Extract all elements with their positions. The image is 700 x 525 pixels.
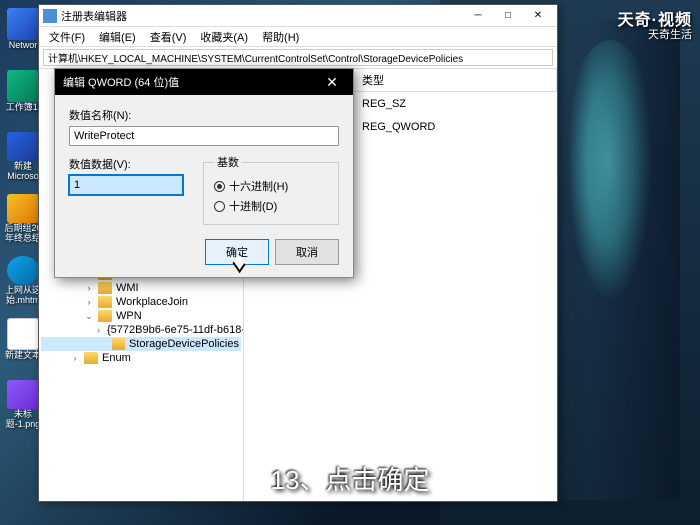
tree-node[interactable]: › Enum <box>41 351 241 365</box>
tree-node[interactable]: ⌄ WPN <box>41 309 241 323</box>
watermark-sub: 天奇生活 <box>648 26 692 42</box>
tree-node[interactable]: StorageDevicePolicies <box>41 337 241 351</box>
icon-label: 工作簿1. <box>6 103 41 113</box>
radio-hex[interactable]: 十六进制(H) <box>214 176 328 196</box>
tree-node[interactable]: › WMI <box>41 281 241 295</box>
value-type: REG_QWORD <box>354 118 557 136</box>
close-button[interactable]: ✕ <box>523 6 553 26</box>
tree-label: Enum <box>101 352 131 364</box>
tree-expander-icon[interactable]: › <box>83 283 95 293</box>
folder-icon <box>98 282 112 294</box>
maximize-button[interactable]: □ <box>493 6 523 26</box>
regedit-icon <box>43 9 57 23</box>
radio-hex-label: 十六进制(H) <box>229 178 288 194</box>
base-legend: 基数 <box>214 154 242 170</box>
folder-icon <box>98 296 112 308</box>
tree-expander-icon[interactable]: › <box>97 325 100 335</box>
dialog-title: 编辑 QWORD (64 位)值 <box>63 74 319 90</box>
title-bar[interactable]: 注册表编辑器 ─ □ ✕ <box>39 5 557 27</box>
value-name-label: 数值名称(N): <box>69 107 339 123</box>
dialog-close-button[interactable]: ✕ <box>319 69 345 95</box>
col-type[interactable]: 类型 <box>354 69 557 91</box>
radio-dec-dot <box>214 201 225 212</box>
cancel-button[interactable]: 取消 <box>275 239 339 265</box>
app-icon <box>7 8 39 40</box>
tree-label: {5772B9b6-6e75-11df-b618-18a905160fe8} <box>106 324 244 336</box>
tree-expander-icon[interactable]: ⌄ <box>83 311 95 322</box>
icon-label: Networ <box>9 41 38 51</box>
menu-item[interactable]: 收藏夹(A) <box>194 27 254 47</box>
folder-icon <box>98 310 112 322</box>
edit-qword-dialog: 编辑 QWORD (64 位)值 ✕ 数值名称(N): 数值数据(V): 基数 … <box>54 68 354 278</box>
dialog-title-bar[interactable]: 编辑 QWORD (64 位)值 ✕ <box>55 69 353 95</box>
radio-dec[interactable]: 十进制(D) <box>214 196 328 216</box>
tree-node[interactable]: › WorkplaceJoin <box>41 295 241 309</box>
tree-node[interactable]: › {5772B9b6-6e75-11df-b618-18a905160fe8} <box>41 323 241 337</box>
app-icon <box>7 318 39 350</box>
base-fieldset: 基数 十六进制(H) 十进制(D) <box>203 154 339 225</box>
tree-label: WMI <box>115 282 139 294</box>
app-icon <box>7 194 39 223</box>
address-bar <box>39 47 557 69</box>
tree-expander-icon[interactable]: › <box>83 297 95 307</box>
radio-hex-dot <box>214 181 225 192</box>
window-title: 注册表编辑器 <box>61 8 463 24</box>
menu-bar: 文件(F)编辑(E)查看(V)收藏夹(A)帮助(H) <box>39 27 557 47</box>
menu-item[interactable]: 文件(F) <box>43 27 91 47</box>
ok-button[interactable]: 确定 <box>205 239 269 265</box>
radio-dec-label: 十进制(D) <box>229 198 277 214</box>
tree-expander-icon[interactable]: › <box>69 353 81 363</box>
icon-label: 新建文本 <box>5 351 41 361</box>
menu-item[interactable]: 查看(V) <box>144 27 193 47</box>
tree-label: StorageDevicePolicies <box>128 338 239 350</box>
video-caption: 13、点击确定 <box>271 460 430 497</box>
app-icon <box>7 380 39 409</box>
folder-icon <box>84 352 98 364</box>
value-type: REG_SZ <box>354 94 557 114</box>
address-input[interactable] <box>43 49 553 66</box>
value-data-input[interactable] <box>69 175 183 195</box>
menu-item[interactable]: 编辑(E) <box>93 27 142 47</box>
app-icon <box>7 132 39 161</box>
tree-label: WPN <box>115 310 142 322</box>
folder-icon <box>112 338 125 350</box>
value-name-input[interactable] <box>69 126 339 146</box>
minimize-button[interactable]: ─ <box>463 6 493 26</box>
tree-label: WorkplaceJoin <box>115 296 188 308</box>
menu-item[interactable]: 帮助(H) <box>256 27 305 47</box>
app-icon <box>7 70 39 102</box>
value-data-label: 数值数据(V): <box>69 156 183 172</box>
app-icon <box>7 256 39 285</box>
